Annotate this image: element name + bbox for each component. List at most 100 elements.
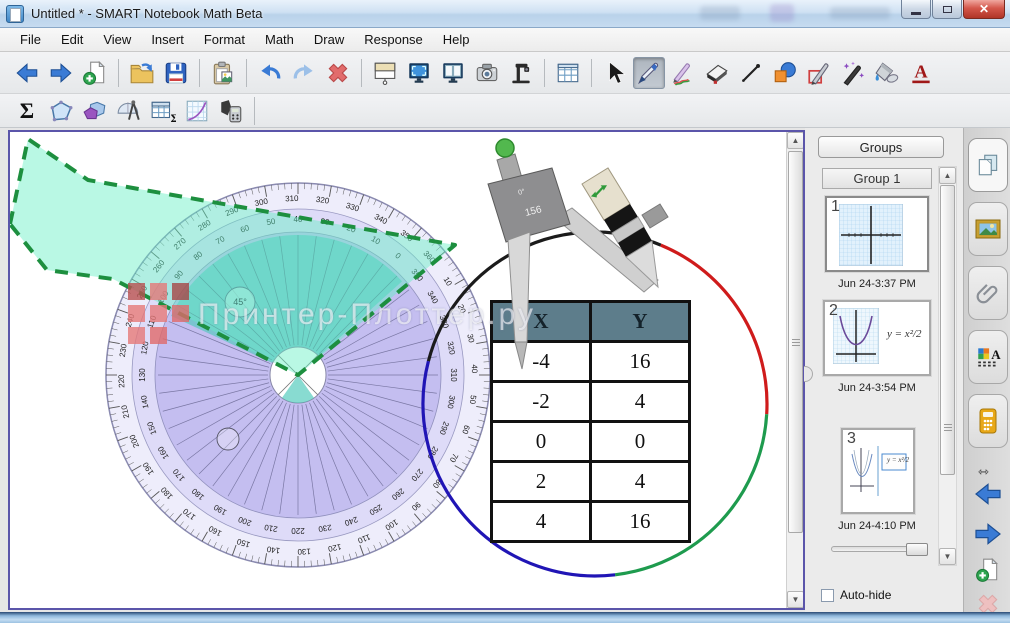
- delete-button[interactable]: [322, 57, 354, 89]
- menu-help[interactable]: Help: [433, 29, 480, 50]
- add-page-button[interactable]: [79, 57, 111, 89]
- page-thumbnail-2[interactable]: 2 y = x²/2: [823, 300, 931, 376]
- page-thumbnail-3[interactable]: 3 y = x²/2: [841, 428, 915, 514]
- shape-recognition-pen-button[interactable]: [803, 57, 835, 89]
- add-page-button-side[interactable]: [970, 556, 1006, 584]
- xy-table[interactable]: X Y -416 -24 00 24 416: [490, 300, 691, 543]
- pages-icon: [975, 152, 1001, 178]
- page-canvas[interactable]: 3601020304050607080901001101201301401501…: [8, 130, 805, 610]
- back-button[interactable]: [11, 57, 43, 89]
- maximize-button[interactable]: [932, 0, 962, 19]
- page-thumbnail-1[interactable]: 1: [825, 196, 929, 272]
- document-camera-button[interactable]: [505, 57, 537, 89]
- page-2-timestamp: Jun 24-3:54 PM: [807, 382, 947, 394]
- table-cell: -4: [492, 342, 591, 382]
- scrollbar-thumb[interactable]: [788, 151, 803, 533]
- irregular-polygon-button[interactable]: [45, 97, 77, 125]
- save-button[interactable]: [160, 57, 192, 89]
- select-button[interactable]: [599, 57, 631, 89]
- table-cell: 0: [492, 422, 591, 462]
- forward-button[interactable]: [45, 57, 77, 89]
- open-button[interactable]: [126, 57, 158, 89]
- dual-page-button[interactable]: [437, 57, 469, 89]
- auto-hide-option[interactable]: Auto-hide: [821, 588, 891, 602]
- equation-sigma-button[interactable]: Σ: [11, 97, 43, 125]
- toolbar-separator: [118, 59, 119, 87]
- menu-edit[interactable]: Edit: [51, 29, 93, 50]
- auto-hide-checkbox[interactable]: [821, 589, 834, 602]
- canvas-vertical-scrollbar[interactable]: ▲ ▼: [786, 132, 803, 608]
- undo-button[interactable]: [254, 57, 286, 89]
- table-cell: 4: [591, 382, 690, 422]
- menu-file[interactable]: File: [10, 29, 51, 50]
- screen-capture-button[interactable]: [471, 57, 503, 89]
- menu-view[interactable]: View: [93, 29, 141, 50]
- compass-protractor-button[interactable]: [113, 97, 145, 125]
- fill-button[interactable]: [871, 57, 903, 89]
- svg-text:230: 230: [118, 343, 129, 358]
- menu-insert[interactable]: Insert: [141, 29, 194, 50]
- regular-polygons-icon: [82, 98, 108, 124]
- svg-text:220: 220: [291, 526, 305, 535]
- text-button[interactable]: A: [905, 57, 937, 89]
- table-row: 00: [492, 422, 690, 462]
- dock-toggle-icon[interactable]: ⇿: [978, 464, 989, 480]
- background-smudge: [700, 6, 740, 20]
- auto-hide-label: Auto-hide: [840, 588, 891, 602]
- scroll-down-button[interactable]: ▼: [939, 548, 956, 565]
- scrollbar-thumb[interactable]: [940, 185, 955, 475]
- screen-shade-button[interactable]: [369, 57, 401, 89]
- tab-gallery[interactable]: [968, 202, 1008, 256]
- panel-collapse-handle[interactable]: [804, 366, 813, 382]
- minimize-button[interactable]: [901, 0, 931, 19]
- tab-calculator[interactable]: [968, 394, 1008, 448]
- toolbar-separator: [254, 97, 255, 125]
- add-page-icon: [82, 60, 108, 86]
- ti-calculator-button[interactable]: [215, 97, 247, 125]
- menu-math[interactable]: Math: [255, 29, 304, 50]
- next-page-button[interactable]: [970, 520, 1006, 548]
- thumbnail-size-slider[interactable]: [831, 546, 927, 552]
- regular-polygons-button[interactable]: [79, 97, 111, 125]
- table-sigma-button[interactable]: Σ: [147, 97, 179, 125]
- line-icon: [738, 60, 764, 86]
- side-tab-strip: A ⇿: [963, 128, 1010, 612]
- creative-pen-icon: [670, 60, 696, 86]
- tab-attachments[interactable]: [968, 266, 1008, 320]
- redo-button[interactable]: [288, 57, 320, 89]
- graph-button[interactable]: [181, 97, 213, 125]
- slider-handle[interactable]: [906, 543, 928, 556]
- menu-draw[interactable]: Draw: [304, 29, 354, 50]
- tab-page-sorter[interactable]: [968, 138, 1008, 192]
- paste-button[interactable]: [207, 57, 239, 89]
- menu-format[interactable]: Format: [194, 29, 255, 50]
- scroll-down-button[interactable]: ▼: [787, 591, 804, 608]
- line-button[interactable]: [735, 57, 767, 89]
- svg-text:A: A: [991, 347, 1001, 362]
- scroll-up-button[interactable]: ▲: [787, 132, 804, 149]
- close-button[interactable]: ✕: [963, 0, 1005, 19]
- add-page-icon: [975, 557, 1001, 583]
- text-icon: A: [908, 60, 934, 86]
- page-3-timestamp: Jun 24-4:10 PM: [807, 520, 947, 532]
- svg-text:140: 140: [266, 544, 281, 555]
- group-1-header[interactable]: Group 1: [822, 168, 932, 189]
- pen-button[interactable]: [633, 57, 665, 89]
- eraser-button[interactable]: [701, 57, 733, 89]
- window-bottom-frame: [0, 612, 1010, 623]
- menu-response[interactable]: Response: [354, 29, 433, 50]
- insert-table-button[interactable]: [552, 57, 584, 89]
- svg-text:220: 220: [117, 374, 126, 388]
- full-screen-button[interactable]: [403, 57, 435, 89]
- delete-x-icon: [325, 60, 351, 86]
- background-smudge: [770, 4, 794, 22]
- previous-page-button[interactable]: [970, 480, 1006, 508]
- toolbar-separator: [246, 59, 247, 87]
- tab-properties[interactable]: A: [968, 330, 1008, 384]
- shapes-button[interactable]: [769, 57, 801, 89]
- magic-pen-button[interactable]: [837, 57, 869, 89]
- groups-button[interactable]: Groups: [818, 136, 944, 158]
- creative-pen-button[interactable]: [667, 57, 699, 89]
- sidebar-scrollbar[interactable]: ▲ ▼: [938, 166, 957, 566]
- scroll-up-button[interactable]: ▲: [939, 167, 956, 184]
